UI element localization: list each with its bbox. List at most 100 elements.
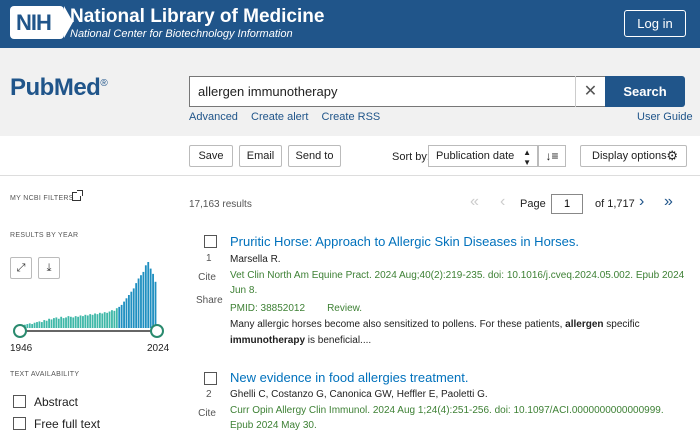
- close-icon[interactable]: ✕: [575, 76, 605, 107]
- cite-button[interactable]: Cite: [196, 272, 218, 283]
- year-bar: [125, 298, 128, 328]
- snippet-highlight: immunotherapy: [230, 335, 306, 346]
- ncbi-subtitle[interactable]: National Center for Biotechnology Inform…: [70, 28, 293, 40]
- year-bar: [103, 312, 106, 328]
- year-bar: [115, 308, 118, 328]
- pubmed-logo[interactable]: PubMed®: [10, 74, 108, 102]
- search-sublinks: Advanced Create alert Create RSS: [189, 111, 390, 123]
- login-button[interactable]: Log in: [624, 10, 686, 37]
- year-bar: [140, 275, 142, 328]
- year-end-label: 2024: [147, 343, 170, 354]
- year-bar: [113, 310, 116, 328]
- year-bar: [147, 262, 150, 328]
- year-bar: [91, 314, 94, 328]
- year-bar: [132, 288, 135, 328]
- nih-header: NIH National Library of Medicine Nationa…: [0, 0, 700, 48]
- gear-icon: ⚙: [666, 148, 678, 163]
- snippet-text: Many allergic horses become also sensiti…: [230, 319, 566, 330]
- year-bar: [38, 321, 41, 328]
- result-number: 1: [206, 253, 212, 264]
- cite-button[interactable]: Cite: [196, 408, 218, 419]
- year-bar: [55, 317, 58, 328]
- result-pmid: PMID: 38852012: [230, 303, 306, 314]
- search-button[interactable]: Search: [605, 76, 685, 107]
- checkbox[interactable]: [13, 417, 26, 430]
- year-end-handle[interactable]: [150, 324, 164, 338]
- year-bar: [74, 316, 77, 328]
- year-bar: [53, 318, 55, 328]
- year-bar: [77, 316, 80, 328]
- user-guide-link[interactable]: User Guide: [637, 111, 693, 123]
- logo-pub: Pub: [10, 74, 54, 101]
- result-title-link[interactable]: New evidence in food allergies treatment…: [230, 370, 468, 385]
- year-bar: [33, 322, 36, 328]
- my-ncbi-filters-heading[interactable]: MY NCBI FILTERS: [10, 195, 74, 202]
- checkbox[interactable]: [13, 395, 26, 408]
- year-bar: [98, 312, 101, 328]
- result-authors: Marsella R.: [230, 254, 281, 265]
- result-authors: Ghelli C, Costanzo G, Canonica GW, Heffl…: [230, 389, 488, 400]
- email-button[interactable]: Email: [239, 145, 282, 167]
- first-page-icon[interactable]: «: [470, 193, 479, 211]
- year-bar: [127, 295, 130, 328]
- result-type: Review.: [327, 303, 363, 314]
- results-toolbar: Save Email Send to Sort by: Publication …: [0, 136, 700, 176]
- external-link-icon[interactable]: [72, 190, 83, 201]
- filter-abstract[interactable]: Abstract: [13, 395, 78, 409]
- year-bar: [137, 278, 140, 328]
- prev-page-icon[interactable]: ‹: [500, 193, 505, 211]
- nlm-title[interactable]: National Library of Medicine: [70, 6, 324, 28]
- results-count: 17,163 results: [189, 199, 252, 210]
- text-availability-heading: TEXT AVAILABILITY: [10, 371, 80, 378]
- save-button[interactable]: Save: [189, 145, 233, 167]
- sort-order-icon[interactable]: ↓≡: [538, 145, 566, 167]
- snippet-text: is beneficial....: [305, 335, 372, 346]
- year-bar: [152, 273, 154, 328]
- result-citation: Vet Clin North Am Equine Pract. 2024 Aug…: [230, 270, 685, 296]
- year-bar: [36, 322, 38, 328]
- year-bar: [118, 306, 121, 328]
- advanced-link[interactable]: Advanced: [189, 111, 238, 123]
- year-bar: [31, 324, 34, 328]
- sort-select[interactable]: Publication date ▲ ▼: [428, 145, 538, 167]
- year-bar: [50, 319, 53, 328]
- send-to-button[interactable]: Send to: [288, 145, 341, 167]
- filter-free-full-text[interactable]: Free full text: [13, 417, 100, 431]
- nih-logo[interactable]: NIH: [10, 6, 73, 39]
- year-bar: [149, 268, 152, 328]
- create-alert-link[interactable]: Create alert: [251, 111, 308, 123]
- logo-med: Med: [53, 74, 101, 101]
- last-page-icon[interactable]: »: [664, 193, 673, 211]
- display-options-button[interactable]: Display options ⚙: [580, 145, 687, 167]
- next-page-icon[interactable]: ›: [639, 193, 644, 211]
- page-number-input[interactable]: [551, 194, 583, 214]
- results-by-year-chart[interactable]: [10, 252, 170, 342]
- year-bar: [40, 322, 43, 328]
- year-bar: [108, 311, 111, 328]
- year-bar: [79, 315, 82, 328]
- year-bar: [48, 318, 50, 328]
- result-citation: Curr Opin Allergy Clin Immunol. 2024 Aug…: [230, 405, 664, 431]
- year-bar: [96, 314, 99, 328]
- search-input[interactable]: [189, 76, 605, 107]
- share-button[interactable]: Share: [196, 295, 223, 306]
- year-bar: [101, 313, 104, 328]
- year-bar: [62, 318, 65, 328]
- year-bar: [142, 271, 145, 328]
- year-bar: [60, 316, 63, 328]
- year-start-handle[interactable]: [13, 324, 27, 338]
- search-band: PubMed® ✕ Search Advanced Create alert C…: [0, 48, 700, 136]
- year-bar: [28, 323, 31, 328]
- year-bar: [135, 283, 138, 328]
- year-bar: [106, 312, 109, 328]
- result-pmid-line: PMID: 38852012 Review.: [230, 303, 362, 314]
- result-checkbox[interactable]: [204, 235, 217, 248]
- result-checkbox[interactable]: [204, 372, 217, 385]
- year-bar: [84, 314, 87, 328]
- create-rss-link[interactable]: Create RSS: [322, 111, 381, 123]
- year-bar: [82, 316, 84, 328]
- result-title-link[interactable]: Pruritic Horse: Approach to Allergic Ski…: [230, 234, 579, 249]
- page-label: Page: [520, 198, 546, 210]
- result-number: 2: [206, 389, 212, 400]
- sort-value: Publication date: [436, 150, 515, 162]
